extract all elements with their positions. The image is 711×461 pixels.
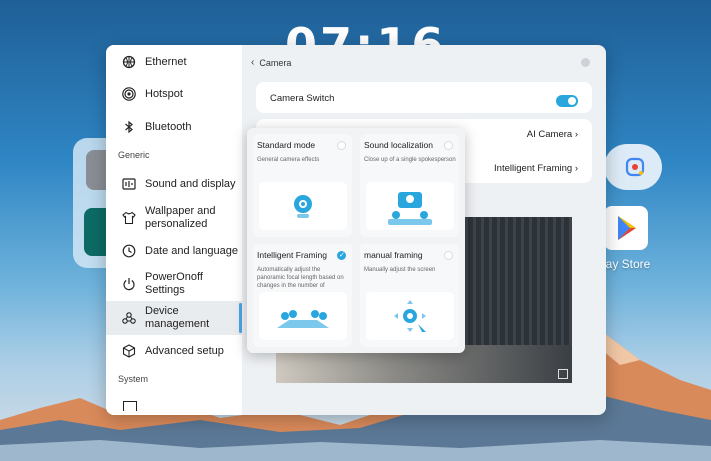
mode-illustration — [366, 292, 454, 340]
device-icon — [122, 312, 136, 324]
clock-icon — [122, 244, 136, 258]
sidebar-item-label: Date and language — [145, 244, 238, 257]
camera-switch-row[interactable]: Camera Switch — [256, 82, 592, 113]
sidebar-item-label: Hotspot — [145, 87, 183, 100]
ai-camera-value[interactable]: AI Camera › — [527, 129, 578, 140]
mode-option-sound-localization[interactable]: Sound localization Close up of a single … — [360, 134, 459, 237]
camera-switch-label: Camera Switch — [270, 93, 335, 104]
sidebar-item-wallpaper[interactable]: Wallpaper and personalized — [106, 203, 242, 233]
power-icon — [123, 278, 135, 291]
group-icon — [277, 310, 329, 328]
sidebar-item-label: Ethernet — [145, 55, 187, 68]
play-store-icon — [618, 216, 636, 240]
mode-illustration — [259, 292, 347, 340]
advanced-icon — [122, 344, 136, 358]
lens-icon[interactable] — [625, 157, 645, 177]
mode-option-standard[interactable]: Standard mode General camera effects — [253, 134, 352, 237]
camera-switch-toggle[interactable] — [556, 95, 578, 107]
mode-title: Standard mode — [257, 140, 316, 150]
wallpaper-icon — [122, 211, 136, 225]
mode-desc: Automatically adjust the panoramic focal… — [257, 267, 344, 289]
manual-adjust-icon — [394, 300, 426, 332]
play-store-label[interactable]: lay Store — [603, 257, 650, 271]
mode-option-manual-framing[interactable]: manual framing Manually adjust the scree… — [360, 244, 459, 347]
bluetooth-icon — [125, 120, 133, 134]
sidebar-item-date-language[interactable]: Date and language — [106, 240, 242, 262]
mode-illustration — [366, 182, 454, 230]
framing-mode-popup: Standard mode General camera effects Sou… — [247, 128, 465, 353]
sidebar-item-device-management[interactable]: Device management — [106, 301, 242, 335]
section-header-system: System — [118, 374, 149, 384]
sidebar-item-label: Advanced setup — [145, 344, 224, 357]
sidebar-item-label: Bluetooth — [145, 120, 192, 133]
mode-title: manual framing — [364, 250, 423, 260]
mode-radio[interactable] — [444, 251, 453, 260]
mode-desc: Close up of a single spokesperson — [364, 157, 456, 163]
chevron-left-icon: ‹ — [251, 57, 255, 68]
mode-title: Intelligent Framing — [257, 250, 327, 260]
sidebar-item-label: Sound and display — [145, 177, 236, 190]
sidebar-item-poweronoff[interactable]: PowerOnoff Settings — [106, 271, 242, 296]
webcam-icon — [294, 195, 312, 218]
sidebar-item-bluetooth[interactable]: Bluetooth — [106, 117, 242, 137]
mode-illustration — [259, 182, 347, 230]
mode-radio[interactable] — [444, 141, 453, 150]
mode-radio-selected[interactable] — [337, 251, 346, 260]
partial-item-icon — [123, 401, 137, 411]
sidebar-item-label: Wallpaper and personalized — [145, 205, 216, 230]
speaker-person-icon — [388, 192, 432, 225]
sidebar-item-hotspot[interactable]: Hotspot — [106, 84, 242, 104]
sidebar-item-sound-display[interactable]: Sound and display — [106, 173, 242, 195]
sidebar-item-label: PowerOnoff Settings — [145, 271, 203, 296]
close-icon[interactable] — [581, 58, 590, 67]
sidebar-item-label: Device management — [145, 305, 210, 330]
mode-title: Sound localization — [364, 140, 433, 150]
mode-radio[interactable] — [337, 141, 346, 150]
framing-value[interactable]: Intelligent Framing › — [494, 163, 578, 174]
hotspot-icon — [122, 87, 136, 101]
fullscreen-icon[interactable] — [558, 369, 568, 379]
page-title: Camera — [259, 57, 292, 68]
play-store-tile[interactable] — [604, 206, 648, 250]
sound-display-icon — [122, 178, 136, 190]
section-header-generic: Generic — [118, 150, 150, 160]
sidebar-item-advanced-setup[interactable]: Advanced setup — [106, 340, 242, 362]
ethernet-icon — [122, 55, 136, 69]
mode-desc: Manually adjust the screen — [364, 267, 436, 273]
sidebar-item-ethernet[interactable]: Ethernet — [106, 52, 242, 72]
mode-desc: General camera effects — [257, 157, 320, 163]
mode-option-intelligent-framing[interactable]: Intelligent Framing Automatically adjust… — [253, 244, 352, 347]
settings-sidebar: Ethernet Hotspot Bluetooth Generic Sound… — [106, 45, 242, 415]
back-button[interactable]: ‹ Camera — [251, 57, 291, 68]
